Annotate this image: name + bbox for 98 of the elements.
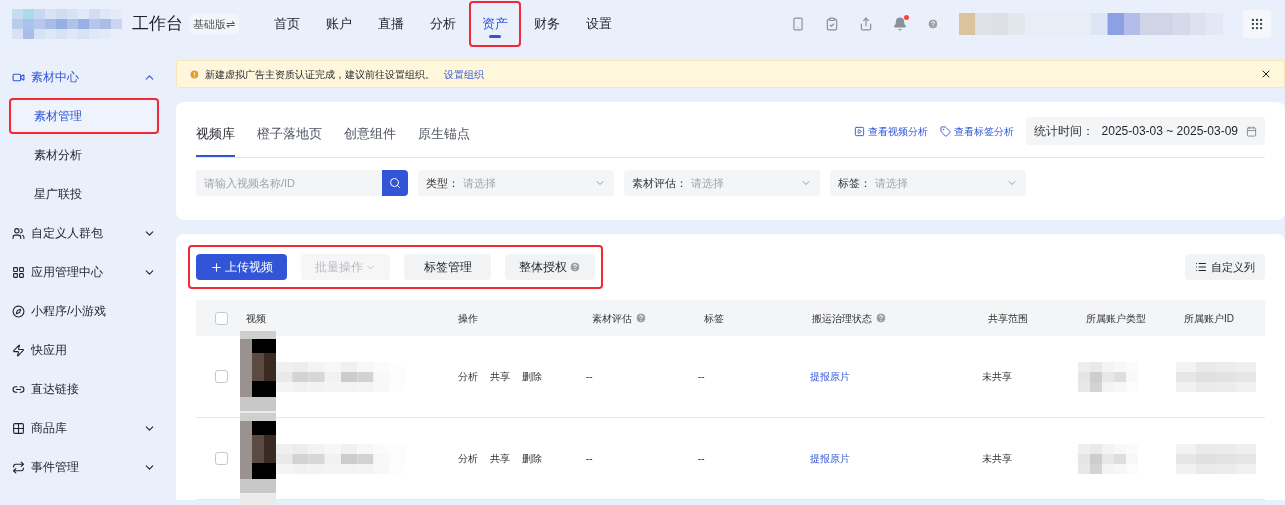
phone-icon[interactable] xyxy=(791,17,805,31)
sidebar-label: 小程序/小游戏 xyxy=(31,303,107,320)
column-header: 素材评估 xyxy=(592,311,632,326)
column-header: 操作 xyxy=(458,311,478,326)
sidebar-label: 快应用 xyxy=(31,342,67,359)
toolbar-button[interactable]: 标签管理 xyxy=(404,254,491,280)
analysis-link[interactable]: 查看标签分析 xyxy=(939,123,1014,139)
toolbar-button[interactable]: 整体授权 xyxy=(505,254,595,280)
table-cell: -- xyxy=(698,371,705,382)
sidebar-item[interactable]: 小程序/小游戏 xyxy=(12,296,156,326)
video-icon xyxy=(853,125,865,137)
redacted-account-type xyxy=(1078,443,1138,474)
close-icon[interactable] xyxy=(1260,68,1272,80)
date-range-picker[interactable]: 统计时间： 2025-03-03 ~ 2025-03-09 xyxy=(1025,117,1265,145)
column-header: 所属账户类型 xyxy=(1086,311,1146,326)
table-cell: 未共享 xyxy=(982,453,1012,464)
row-action-link[interactable]: 删除 xyxy=(522,451,542,466)
sidebar-item[interactable]: 应用管理中心 xyxy=(12,257,156,287)
people-icon xyxy=(12,226,25,240)
sidebar-label: 直达链接 xyxy=(31,381,79,398)
clipboard-icon[interactable] xyxy=(825,17,839,31)
nav-tab[interactable]: 财务 xyxy=(524,4,570,44)
sidebar-label: 商品库 xyxy=(31,420,67,437)
sidebar-item[interactable]: 快应用 xyxy=(12,335,156,365)
row-action-link[interactable]: 分析 xyxy=(458,369,478,384)
sidebar-label: 自定义人群包 xyxy=(31,225,103,242)
nav-tab[interactable]: 资产 xyxy=(472,4,518,44)
grid-dots-icon xyxy=(1250,17,1264,31)
tag-icon xyxy=(939,125,951,137)
compass-icon xyxy=(12,304,25,318)
column-header: 标签 xyxy=(704,311,724,326)
active-indicator xyxy=(489,35,501,38)
checkbox[interactable] xyxy=(214,452,228,465)
column-header: 共享范围 xyxy=(988,311,1028,326)
app-window-icon xyxy=(12,265,25,279)
sidebar-label: 应用管理中心 xyxy=(31,264,103,281)
row-action-link[interactable]: 共享 xyxy=(490,369,510,384)
date-label: 统计时间： xyxy=(1033,123,1094,140)
apps-grid-button[interactable] xyxy=(1243,10,1271,38)
sidebar-label: 事件管理 xyxy=(31,459,79,476)
checkbox[interactable] xyxy=(214,370,228,383)
column-header: 搬运治理状态 xyxy=(812,311,872,326)
filter-select[interactable]: 类型： 请选择 xyxy=(418,170,614,196)
edition-badge[interactable]: 基础版⇌ xyxy=(189,13,239,35)
custom-columns-button[interactable]: 自定义列 xyxy=(1185,254,1265,280)
nav-tab[interactable]: 直播 xyxy=(368,4,414,44)
date-value: 2025-03-03 ~ 2025-03-09 xyxy=(1101,123,1238,140)
table-cell: -- xyxy=(698,453,705,464)
library-tab[interactable]: 原生锚点 xyxy=(418,102,470,157)
nav-tab[interactable]: 首页 xyxy=(264,4,310,44)
search-icon xyxy=(389,177,401,189)
row-action-link[interactable]: 分析 xyxy=(458,451,478,466)
library-tab[interactable]: 橙子落地页 xyxy=(257,102,322,157)
table-cell: -- xyxy=(586,371,593,382)
sidebar-item[interactable]: 商品库 xyxy=(12,413,156,443)
grid-icon xyxy=(12,421,25,435)
upload-button[interactable]: 上传视频 xyxy=(196,254,287,280)
plus-icon xyxy=(210,260,223,274)
nav-tab[interactable]: 账户 xyxy=(316,4,362,44)
sidebar-subitem[interactable]: 星广联投 xyxy=(12,179,156,209)
help-icon xyxy=(569,261,581,273)
redacted-account-type xyxy=(1078,361,1138,392)
table-cell: -- xyxy=(586,453,593,464)
notice-text: 新建虚拟广告主资质认证完成，建议前往设置组织。 xyxy=(205,67,435,82)
notice-link[interactable]: 设置组织 xyxy=(444,66,484,82)
sidebar-subitem[interactable]: 素材分析 xyxy=(12,140,156,170)
sidebar-subitem[interactable]: 素材管理 xyxy=(12,101,156,131)
row-action-link[interactable]: 删除 xyxy=(522,369,542,384)
search-field[interactable]: 请输入视频名称/ID xyxy=(196,170,382,196)
row-action-link[interactable]: 共享 xyxy=(490,451,510,466)
nav-tab[interactable]: 分析 xyxy=(420,4,466,44)
sidebar-item[interactable]: 直达链接 xyxy=(12,374,156,404)
app-title: 工作台 xyxy=(132,13,183,36)
calendar-icon xyxy=(1246,125,1257,137)
checkbox[interactable] xyxy=(214,311,228,325)
search-button[interactable] xyxy=(382,170,408,196)
table-cell: 未共享 xyxy=(982,371,1012,382)
nav-tab[interactable]: 设置 xyxy=(576,4,622,44)
column-header: 所属账户ID xyxy=(1184,311,1234,326)
sidebar-item[interactable]: 素材中心 xyxy=(12,62,156,92)
sidebar-item[interactable]: 事件管理 xyxy=(12,452,156,482)
list-icon xyxy=(1195,261,1207,273)
filter-select[interactable]: 标签： 请选择 xyxy=(830,170,1026,196)
sidebar-label: 素材中心 xyxy=(31,69,79,86)
library-tab[interactable]: 视频库 xyxy=(196,102,235,157)
warning-icon xyxy=(189,68,200,80)
share-icon[interactable] xyxy=(859,17,873,31)
bell-icon[interactable] xyxy=(893,17,907,31)
status-link[interactable]: 提报原片 xyxy=(810,453,850,464)
swap-icon xyxy=(12,460,25,474)
sidebar-item[interactable]: 自定义人群包 xyxy=(12,218,156,248)
column-header: 视频 xyxy=(246,311,266,326)
help-icon xyxy=(927,18,939,30)
analysis-link[interactable]: 查看视频分析 xyxy=(853,123,928,139)
library-tab[interactable]: 创意组件 xyxy=(344,102,396,157)
filter-select[interactable]: 素材评估： 请选择 xyxy=(624,170,820,196)
status-link[interactable]: 提报原片 xyxy=(810,371,850,382)
lightning-icon xyxy=(12,343,25,357)
